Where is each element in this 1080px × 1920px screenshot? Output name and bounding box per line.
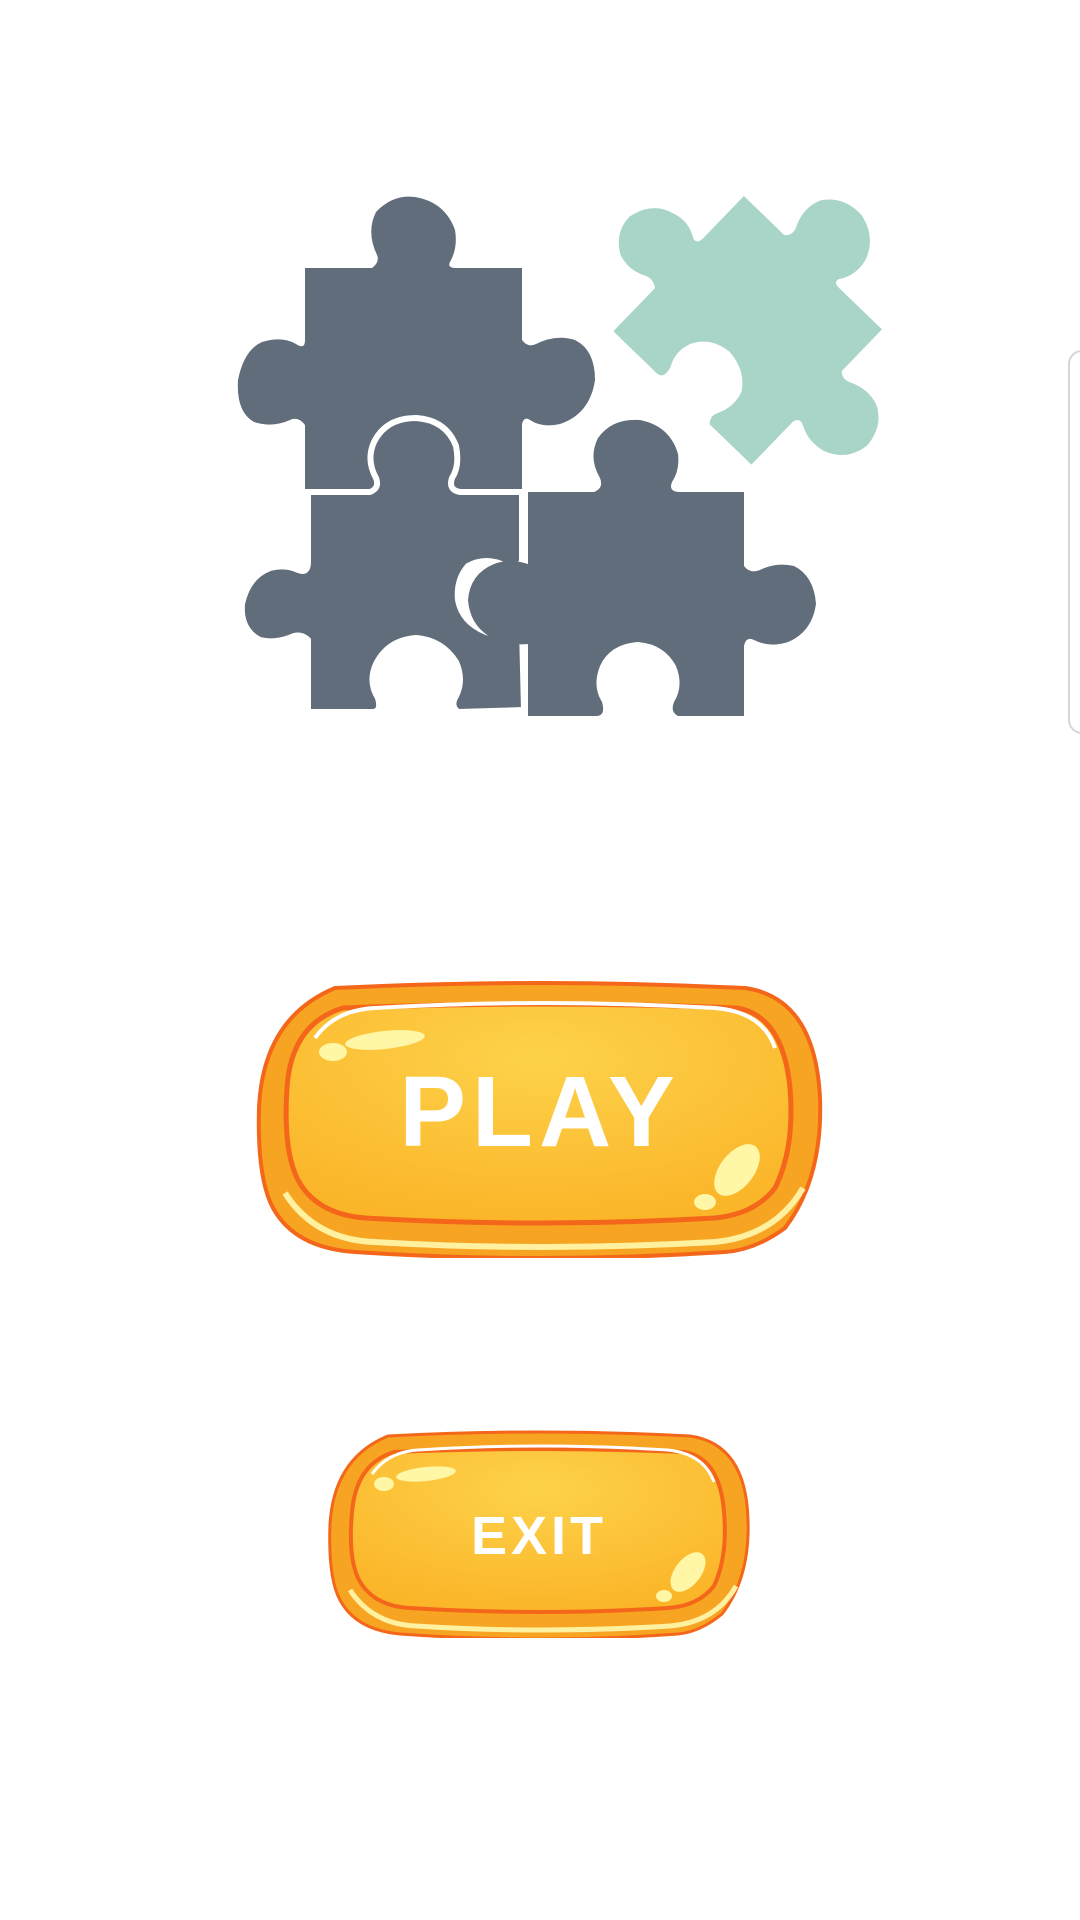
play-button-label: PLAY [399,1056,681,1168]
side-panel-edge [1068,350,1080,734]
play-button-graphic: PLAY [256,981,823,1258]
play-button[interactable]: PLAY [255,978,825,1258]
exit-button-label: EXIT [471,1506,607,1566]
exit-button[interactable]: EXIT [326,1428,752,1638]
puzzle-pieces-logo [237,196,883,716]
exit-button-graphic: EXIT [328,1430,750,1638]
main-menu-screen: PLAY EXIT [0,0,1080,1920]
